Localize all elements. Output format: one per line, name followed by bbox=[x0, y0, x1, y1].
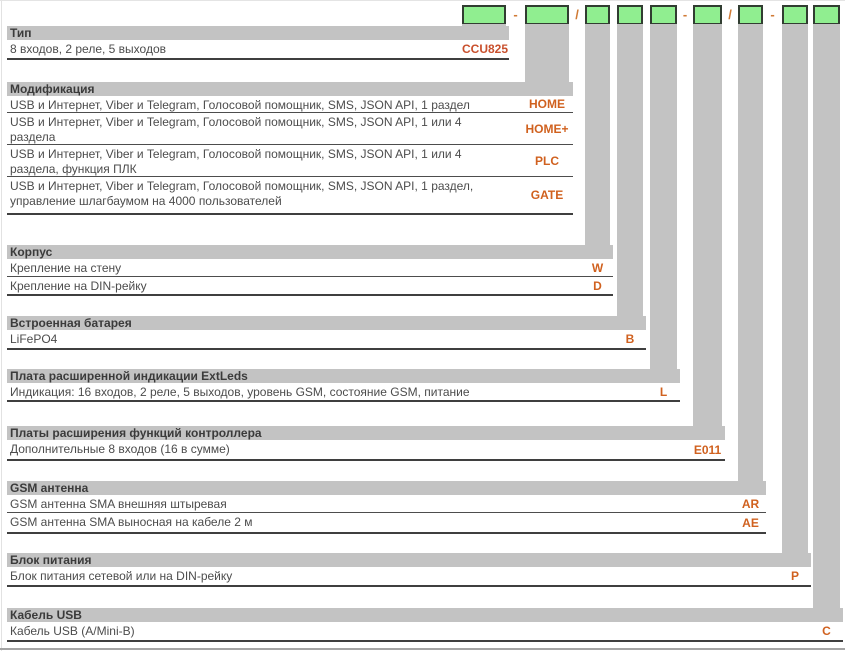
option-row: Крепление на стену W bbox=[7, 259, 613, 277]
option-code: L bbox=[650, 385, 677, 399]
section-header: Встроенная батарея bbox=[7, 316, 646, 330]
option-code: CCU825 bbox=[462, 42, 506, 56]
option-row: Индикация: 16 входов, 2 реле, 5 выходов,… bbox=[7, 383, 680, 402]
code-segment-box-cable bbox=[813, 5, 840, 25]
option-code: W bbox=[585, 261, 610, 275]
option-row: Дополнительные 8 входов (16 в сумме) E01… bbox=[7, 440, 725, 461]
option-description: Крепление на стену bbox=[7, 259, 613, 276]
section-case: Корпус Крепление на стену W Крепление на… bbox=[7, 245, 613, 296]
option-description: USB и Интернет, Viber и Telegram, Голосо… bbox=[7, 145, 573, 177]
section-header: Модификация bbox=[7, 82, 573, 96]
option-description: Индикация: 16 входов, 2 реле, 5 выходов,… bbox=[7, 383, 680, 400]
code-separator: - bbox=[677, 5, 693, 25]
code-segment-box-type bbox=[462, 5, 506, 25]
code-separator: / bbox=[722, 5, 738, 25]
section-header: GSM антенна bbox=[7, 481, 766, 495]
code-separator: / bbox=[569, 5, 585, 25]
option-row: GSM антенна SMA выносная на кабеле 2 м A… bbox=[7, 513, 766, 534]
code-segment-box-modification bbox=[525, 5, 569, 25]
option-row: Крепление на DIN-рейку D bbox=[7, 277, 613, 296]
option-code: E011 bbox=[693, 443, 722, 457]
code-segment-box-psu bbox=[782, 5, 808, 25]
option-code: PLC bbox=[525, 154, 569, 168]
option-code: HOME bbox=[525, 97, 569, 111]
option-row: 8 входов, 2 реле, 5 выходов CCU825 bbox=[7, 40, 509, 60]
option-row: USB и Интернет, Viber и Telegram, Голосо… bbox=[7, 145, 573, 177]
option-description: GSM антенна SMA внешняя штыревая bbox=[7, 495, 766, 512]
option-row: USB и Интернет, Viber и Telegram, Голосо… bbox=[7, 113, 573, 145]
connector-column-modification bbox=[525, 24, 569, 82]
section-header: Плата расширенной индикации ExtLeds bbox=[7, 369, 680, 383]
section-header: Корпус bbox=[7, 245, 613, 259]
connector-column-case bbox=[585, 24, 610, 245]
option-row: GSM антенна SMA внешняя штыревая AR bbox=[7, 495, 766, 513]
option-row: USB и Интернет, Viber и Telegram, Голосо… bbox=[7, 177, 573, 215]
option-row: LiFePO4 B bbox=[7, 330, 646, 350]
option-code: B bbox=[617, 332, 643, 346]
option-code: GATE bbox=[525, 188, 569, 202]
code-segment-box-extleds bbox=[650, 5, 677, 25]
code-segment-box-case bbox=[585, 5, 610, 25]
section-header: Кабель USB bbox=[7, 608, 843, 622]
connector-column-psu bbox=[782, 24, 808, 553]
section-extleds: Плата расширенной индикации ExtLeds Инди… bbox=[7, 369, 680, 402]
connector-column-antenna bbox=[738, 24, 763, 481]
section-modification: Модификация USB и Интернет, Viber и Tele… bbox=[7, 82, 573, 215]
option-description: USB и Интернет, Viber и Telegram, Голосо… bbox=[7, 96, 573, 113]
option-row: Кабель USB (A/Mini-B) C bbox=[7, 622, 843, 642]
section-type: Тип 8 входов, 2 реле, 5 выходов CCU825 bbox=[7, 26, 509, 60]
option-description: USB и Интернет, Viber и Telegram, Голосо… bbox=[7, 113, 573, 145]
option-description: Кабель USB (A/Mini-B) bbox=[7, 622, 843, 639]
connector-column-expansion bbox=[693, 24, 722, 426]
option-description: Блок питания сетевой или на DIN-рейку bbox=[7, 567, 811, 584]
section-battery: Встроенная батарея LiFePO4 B bbox=[7, 316, 646, 350]
connector-column-cable bbox=[813, 24, 840, 608]
page-left-edge bbox=[1, 1, 2, 651]
section-header: Тип bbox=[7, 26, 509, 40]
connector-column-battery bbox=[617, 24, 643, 316]
option-code: AR bbox=[738, 497, 763, 511]
section-psu: Блок питания Блок питания сетевой или на… bbox=[7, 553, 811, 587]
option-code: AE bbox=[738, 516, 763, 530]
option-description: LiFePO4 bbox=[7, 330, 646, 347]
option-code: D bbox=[585, 279, 610, 293]
ordering-code-diagram: - / - / - Тип 8 входов, 2 реле, 5 выходо… bbox=[0, 0, 845, 651]
page-bottom-rule bbox=[0, 648, 845, 650]
code-segment-box-expansion bbox=[693, 5, 722, 25]
section-antenna: GSM антенна GSM антенна SMA внешняя штыр… bbox=[7, 481, 766, 534]
option-code: C bbox=[813, 624, 840, 638]
section-cable: Кабель USB Кабель USB (A/Mini-B) C bbox=[7, 608, 843, 642]
code-segment-box-antenna bbox=[738, 5, 763, 25]
code-segment-box-battery bbox=[617, 5, 643, 25]
section-expansion: Платы расширения функций контроллера Доп… bbox=[7, 426, 725, 461]
code-separator: - bbox=[506, 5, 525, 25]
option-row: Блок питания сетевой или на DIN-рейку P bbox=[7, 567, 811, 587]
connector-column-extleds bbox=[650, 24, 677, 369]
option-row: USB и Интернет, Viber и Telegram, Голосо… bbox=[7, 96, 573, 113]
option-code: P bbox=[782, 569, 808, 583]
option-description: Дополнительные 8 входов (16 в сумме) bbox=[7, 440, 725, 457]
option-description: 8 входов, 2 реле, 5 выходов bbox=[7, 40, 509, 57]
option-description: GSM антенна SMA выносная на кабеле 2 м bbox=[7, 513, 766, 530]
code-separator: - bbox=[763, 5, 782, 25]
option-code: HOME+ bbox=[525, 122, 569, 136]
section-header: Платы расширения функций контроллера bbox=[7, 426, 725, 440]
option-description: Крепление на DIN-рейку bbox=[7, 277, 613, 294]
section-header: Блок питания bbox=[7, 553, 811, 567]
option-description: USB и Интернет, Viber и Telegram, Голосо… bbox=[7, 177, 573, 209]
